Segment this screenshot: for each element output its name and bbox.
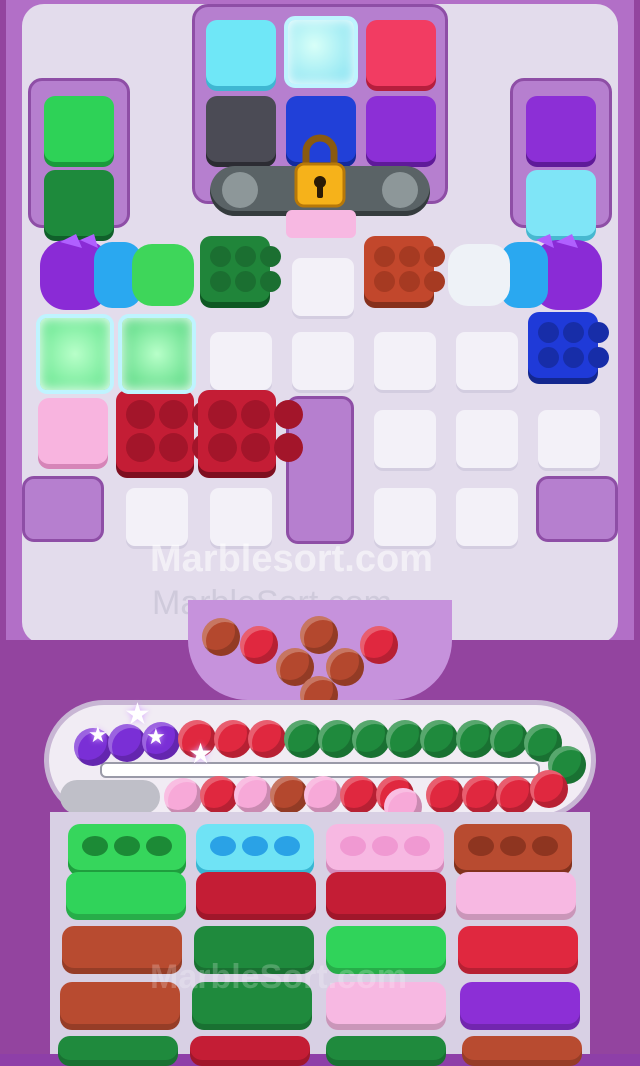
empty-cell[interactable] xyxy=(456,488,518,546)
marble xyxy=(490,720,528,758)
empty-cell[interactable] xyxy=(374,332,436,390)
sparkle-icon: ★ xyxy=(88,722,108,747)
slot-red xyxy=(196,872,316,920)
marble xyxy=(318,720,356,758)
padlock-icon[interactable] xyxy=(292,130,348,210)
dark-green-block[interactable] xyxy=(44,170,114,236)
slot-red xyxy=(458,926,578,974)
slot-purple xyxy=(460,982,580,1030)
brown-cup[interactable] xyxy=(454,824,572,876)
marble xyxy=(304,776,342,814)
marble xyxy=(202,618,240,656)
ice-block-icon xyxy=(284,16,358,88)
marble xyxy=(352,720,390,758)
pink-block[interactable] xyxy=(38,398,108,464)
red-pin-block[interactable] xyxy=(116,390,221,472)
empty-cell[interactable] xyxy=(374,410,436,468)
bolt-right xyxy=(382,172,418,208)
marble xyxy=(462,776,500,814)
empty-cell[interactable] xyxy=(456,410,518,468)
dark-block[interactable] xyxy=(206,96,276,162)
marble xyxy=(426,776,464,814)
marble xyxy=(496,776,534,814)
watermark: Marblesort.com xyxy=(150,538,433,580)
purple-block[interactable] xyxy=(366,96,436,162)
blue-pin-block[interactable] xyxy=(528,312,609,378)
marble xyxy=(386,720,424,758)
red-pin-block[interactable] xyxy=(198,390,303,472)
marble xyxy=(234,776,272,814)
slot-pink xyxy=(456,872,576,920)
green-block[interactable] xyxy=(44,96,114,162)
marble xyxy=(420,720,458,758)
slot-green xyxy=(326,1036,446,1066)
bolt-left xyxy=(222,172,258,208)
pink-gate xyxy=(286,210,356,238)
marble xyxy=(270,776,308,814)
pink-cup[interactable] xyxy=(326,824,444,876)
ice-block-icon xyxy=(36,314,114,394)
marble xyxy=(340,776,378,814)
right-corner-wall xyxy=(536,476,618,542)
slot-red xyxy=(326,872,446,920)
left-corner-wall xyxy=(22,476,104,542)
marble xyxy=(360,626,398,664)
empty-cell[interactable] xyxy=(292,258,354,316)
marble xyxy=(164,778,202,816)
red-block[interactable] xyxy=(366,20,436,86)
marble xyxy=(214,720,252,758)
empty-cell[interactable] xyxy=(292,332,354,390)
marble xyxy=(248,720,286,758)
green-cup[interactable] xyxy=(68,824,186,876)
cyan-block[interactable] xyxy=(526,170,596,236)
brown-pin-block[interactable] xyxy=(364,236,445,302)
color-cannon-icon[interactable] xyxy=(446,232,602,316)
empty-cell[interactable] xyxy=(538,410,600,468)
ice-block-icon xyxy=(118,314,196,394)
marble xyxy=(200,776,238,814)
sparkle-icon: ★ xyxy=(188,738,214,769)
color-cannon-icon[interactable] xyxy=(40,232,196,316)
marble xyxy=(530,770,568,808)
slot-brown xyxy=(462,1036,582,1066)
slot-green xyxy=(58,1036,178,1066)
watermark: MarbleSort.com xyxy=(150,958,407,996)
cyan-cup[interactable] xyxy=(196,824,314,876)
slot-green xyxy=(66,872,186,920)
empty-cell[interactable] xyxy=(456,332,518,390)
marble xyxy=(284,720,322,758)
empty-conveyor-slots xyxy=(60,780,160,814)
marble xyxy=(456,720,494,758)
marble xyxy=(240,626,278,664)
empty-cell[interactable] xyxy=(210,332,272,390)
purple-block[interactable] xyxy=(526,96,596,162)
green-pin-block[interactable] xyxy=(200,236,281,302)
cyan-block[interactable] xyxy=(206,20,276,86)
slot-red xyxy=(190,1036,310,1066)
marble xyxy=(300,616,338,654)
sparkle-icon: ★ xyxy=(146,724,166,749)
